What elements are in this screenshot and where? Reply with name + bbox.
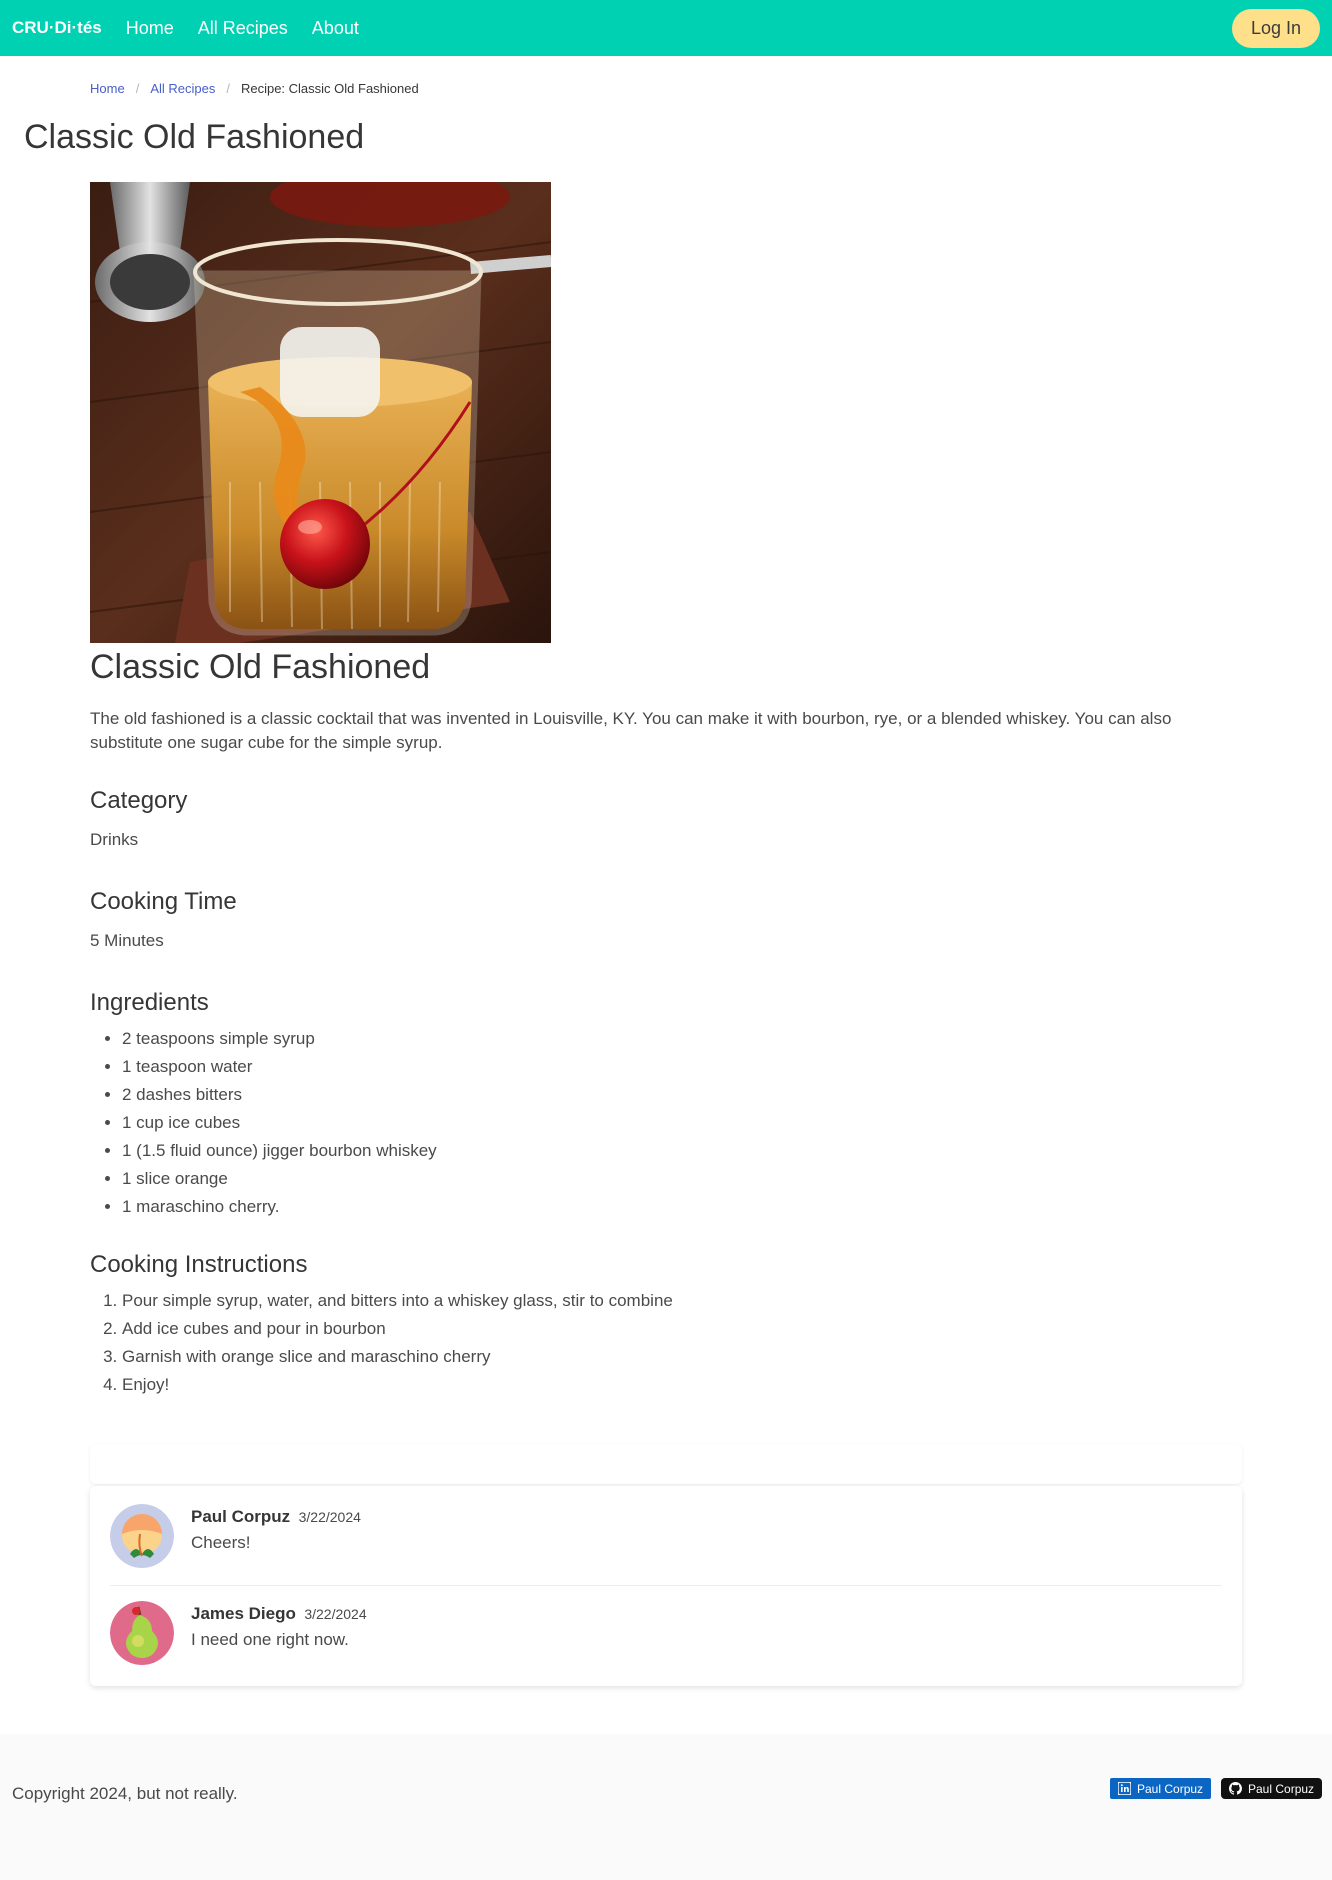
breadcrumb: Home / All Recipes / Recipe: Classic Old… — [90, 81, 419, 96]
list-item: Add ice cubes and pour in bourbon — [122, 1315, 1240, 1343]
recipe-name: Classic Old Fashioned — [90, 648, 431, 686]
ingredients-list: 2 teaspoons simple syrup 1 teaspoon wate… — [90, 1025, 1240, 1221]
comment-author[interactable]: James Diego — [191, 1604, 296, 1623]
list-item: 1 slice orange — [122, 1165, 1240, 1193]
nav-link-about[interactable]: About — [312, 18, 359, 39]
comment-author[interactable]: Paul Corpuz — [191, 1507, 290, 1526]
list-item: 2 teaspoons simple syrup — [122, 1025, 1240, 1053]
comment-text: I need one right now. — [191, 1630, 349, 1649]
brand-logo[interactable]: CRU·Di·tés — [12, 18, 102, 38]
recipe-image — [90, 182, 551, 643]
login-button[interactable]: Log In — [1232, 9, 1320, 48]
category-heading: Category — [90, 787, 188, 814]
breadcrumb-separator: / — [226, 81, 230, 96]
nav-link-all-recipes[interactable]: All Recipes — [198, 18, 288, 39]
linkedin-badge[interactable]: Paul Corpuz — [1110, 1778, 1212, 1799]
footer: Copyright 2024, but not really. Paul Cor… — [0, 1734, 1332, 1880]
breadcrumb-separator: / — [135, 81, 140, 96]
recipe-description: The old fashioned is a classic cocktail … — [90, 709, 1172, 752]
list-item: Pour simple syrup, water, and bitters in… — [122, 1287, 1240, 1315]
comment-text: Cheers! — [191, 1533, 251, 1552]
comment-date: 3/22/2024 — [298, 1509, 361, 1525]
category-value: Drinks — [90, 830, 139, 849]
list-item: 1 maraschino cherry. — [122, 1193, 1240, 1221]
comment-date: 3/22/2024 — [304, 1606, 367, 1622]
pear-avatar-icon — [110, 1601, 174, 1665]
divider — [110, 1585, 1222, 1586]
page-title: Classic Old Fashioned — [24, 118, 365, 156]
recipe-details: Classic Old Fashioned The old fashioned … — [90, 645, 1240, 1399]
list-item: Enjoy! — [122, 1371, 1240, 1399]
breadcrumb-home[interactable]: Home — [90, 81, 125, 96]
breadcrumb-current: Recipe: Classic Old Fashioned — [240, 81, 419, 96]
github-label: Paul Corpuz — [1248, 1781, 1315, 1796]
github-badge[interactable]: Paul Corpuz — [1221, 1778, 1323, 1799]
cooking-time-value: 5 Minutes — [90, 931, 164, 950]
peach-avatar-icon — [110, 1504, 174, 1568]
navbar: CRU·Di·tés Home All Recipes About Log In — [0, 0, 1332, 56]
list-item: 1 (1.5 fluid ounce) jigger bourbon whisk… — [122, 1137, 1240, 1165]
copyright-text: Copyright 2024, but not really. — [12, 1784, 238, 1803]
list-item: Garnish with orange slice and maraschino… — [122, 1343, 1240, 1371]
ingredients-heading: Ingredients — [90, 989, 209, 1016]
linkedin-icon — [1118, 1782, 1131, 1795]
instructions-heading: Cooking Instructions — [90, 1251, 308, 1278]
comments-panel: Paul Corpuz 3/22/2024 Cheers! James Dieg… — [90, 1486, 1242, 1686]
comment-form-panel — [90, 1444, 1242, 1484]
nav-link-home[interactable]: Home — [126, 18, 174, 39]
list-item: 1 teaspoon water — [122, 1053, 1240, 1081]
list-item: 2 dashes bitters — [122, 1081, 1240, 1109]
cooking-time-heading: Cooking Time — [90, 888, 237, 915]
breadcrumb-all-recipes[interactable]: All Recipes — [150, 81, 215, 96]
list-item: 1 cup ice cubes — [122, 1109, 1240, 1137]
linkedin-label: Paul Corpuz — [1137, 1781, 1204, 1796]
github-icon — [1229, 1782, 1242, 1795]
instructions-list: Pour simple syrup, water, and bitters in… — [90, 1287, 1240, 1399]
